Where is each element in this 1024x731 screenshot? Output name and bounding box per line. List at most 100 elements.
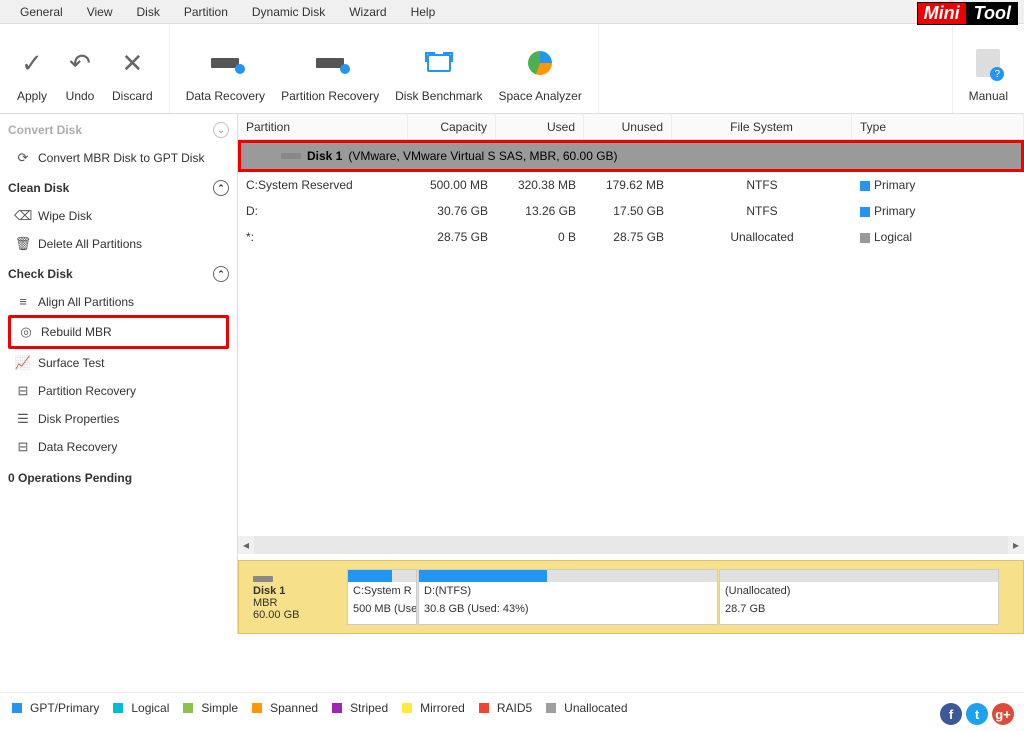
disk-map-partition[interactable]: D:(NTFS) 30.8 GB (Used: 43%) [418, 569, 718, 625]
col-capacity[interactable]: Capacity [408, 115, 496, 139]
discard-button[interactable]: ✕ Discard [104, 30, 161, 107]
type-color-icon [860, 207, 870, 217]
partition-fs: Unallocated [672, 230, 852, 244]
manual-icon [976, 43, 1000, 83]
partition-row[interactable]: C:System Reserved 500.00 MB 320.38 MB 17… [238, 172, 1024, 198]
manual-button[interactable]: Manual [961, 30, 1016, 107]
menu-help[interactable]: Help [399, 2, 448, 22]
menu-general[interactable]: General [8, 2, 75, 22]
apply-button[interactable]: ✓ Apply [8, 30, 56, 107]
legend-label: Unallocated [564, 701, 627, 715]
disk-map-partition[interactable]: (Unallocated) 28.7 GB [719, 569, 999, 625]
sidebar-item-rebuild-mbr[interactable]: ◎ Rebuild MBR [8, 315, 229, 349]
chevron-up-icon[interactable]: ⌃ [213, 180, 229, 196]
legend-item: Striped [332, 701, 388, 715]
disk-details: (VMware, VMware Virtual S SAS, MBR, 60.0… [348, 149, 617, 163]
logo-part2: Tool [967, 2, 1018, 25]
disk-map-info: Disk 1 MBR 60.00 GB [247, 569, 347, 625]
legend-label: Mirrored [420, 701, 465, 715]
col-filesystem[interactable]: File System [672, 115, 852, 139]
menu-disk[interactable]: Disk [125, 2, 172, 22]
col-used[interactable]: Used [496, 115, 584, 139]
space-analyzer-button[interactable]: Space Analyzer [490, 30, 589, 107]
col-type[interactable]: Type [852, 115, 1024, 139]
menu-view[interactable]: View [75, 2, 125, 22]
col-partition[interactable]: Partition [238, 115, 408, 139]
facebook-icon[interactable]: f [940, 703, 962, 725]
scroll-left-icon[interactable]: ◂ [238, 538, 254, 552]
undo-icon: ↶ [69, 43, 91, 83]
map-part-sub: 28.7 GB [720, 600, 998, 618]
undo-button[interactable]: ↶ Undo [56, 30, 104, 107]
legend-color-icon [546, 703, 556, 713]
benchmark-icon [427, 43, 451, 83]
disk-row[interactable]: Disk 1 (VMware, VMware Virtual S SAS, MB… [238, 140, 1024, 172]
partition-type: Primary [852, 178, 1024, 192]
partition-unused: 28.75 GB [584, 230, 672, 244]
legend-label: RAID5 [497, 701, 532, 715]
partition-fs: NTFS [672, 178, 852, 192]
logo: Mini Tool [917, 2, 1018, 25]
legend-item: Unallocated [546, 701, 627, 715]
sidebar-item-partition-recovery[interactable]: ⊟ Partition Recovery [8, 377, 229, 405]
legend-color-icon [183, 703, 193, 713]
disk-recovery-icon [211, 43, 239, 83]
legend-item: Spanned [252, 701, 318, 715]
legend-item: Simple [183, 701, 238, 715]
apply-label: Apply [17, 89, 47, 103]
sidebar-section-clean: Clean Disk ⌃ [8, 172, 229, 202]
partition-recovery-label: Partition Recovery [281, 89, 379, 103]
sidebar-item-delete-all[interactable]: 🗑 Delete All Partitions [8, 230, 229, 258]
legend: GPT/PrimaryLogicalSimpleSpannedStripedMi… [0, 692, 1024, 723]
disk-benchmark-button[interactable]: Disk Benchmark [387, 30, 490, 107]
sidebar-item-disk-properties[interactable]: ☰ Disk Properties [8, 405, 229, 433]
chart-icon: 📈 [14, 355, 32, 371]
menu-dynamic-disk[interactable]: Dynamic Disk [240, 2, 337, 22]
col-unused[interactable]: Unused [584, 115, 672, 139]
close-icon: ✕ [121, 43, 143, 83]
partition-row[interactable]: *: 28.75 GB 0 B 28.75 GB Unallocated Log… [238, 224, 1024, 250]
type-color-icon [860, 233, 870, 243]
menu-partition[interactable]: Partition [172, 2, 240, 22]
googleplus-icon[interactable]: g+ [992, 703, 1014, 725]
sidebar-item-align[interactable]: ≡ Align All Partitions [8, 288, 229, 315]
sidebar-section-check: Check Disk ⌃ [8, 258, 229, 288]
partition-unused: 179.62 MB [584, 178, 672, 192]
sidebar-section-convert: Convert Disk ⌄ [8, 114, 229, 144]
trash-icon: 🗑 [14, 236, 32, 252]
chevron-down-icon[interactable]: ⌄ [213, 122, 229, 138]
legend-color-icon [113, 703, 123, 713]
data-recovery-label: Data Recovery [38, 440, 117, 454]
menu-wizard[interactable]: Wizard [337, 2, 398, 22]
partition-used: 0 B [496, 230, 584, 244]
sidebar-item-wipe[interactable]: ⌫ Wipe Disk [8, 202, 229, 230]
partition-row[interactable]: D: 30.76 GB 13.26 GB 17.50 GB NTFS Prima… [238, 198, 1024, 224]
partition-name: D: [238, 204, 408, 218]
sidebar-item-convert-mbr[interactable]: ⟳ Convert MBR Disk to GPT Disk [8, 144, 229, 172]
clean-disk-label: Clean Disk [8, 181, 69, 195]
eraser-icon: ⌫ [14, 208, 32, 224]
disk-icon [281, 153, 301, 159]
disk-map-partition[interactable]: C:System R 500 MB (Used [347, 569, 417, 625]
check-icon: ✓ [21, 43, 43, 83]
disk-name: Disk 1 [307, 149, 342, 163]
partition-recovery-button[interactable]: Partition Recovery [273, 30, 387, 107]
partition-recovery-label: Partition Recovery [38, 384, 136, 398]
chevron-up-icon[interactable]: ⌃ [213, 266, 229, 282]
horizontal-scrollbar[interactable]: ◂ ▸ [238, 536, 1024, 554]
sidebar-item-surface-test[interactable]: 📈 Surface Test [8, 349, 229, 377]
workspace: Partition Capacity Used Unused File Syst… [238, 114, 1024, 634]
partition-fs: NTFS [672, 204, 852, 218]
legend-item: GPT/Primary [12, 701, 99, 715]
data-recovery-button[interactable]: Data Recovery [178, 30, 273, 107]
twitter-icon[interactable]: t [966, 703, 988, 725]
main: Convert Disk ⌄ ⟳ Convert MBR Disk to GPT… [0, 114, 1024, 634]
discard-label: Discard [112, 89, 153, 103]
surface-test-label: Surface Test [38, 356, 104, 370]
partition-used: 13.26 GB [496, 204, 584, 218]
target-icon: ◎ [17, 324, 35, 340]
scroll-right-icon[interactable]: ▸ [1008, 538, 1024, 552]
sidebar-item-data-recovery[interactable]: ⊟ Data Recovery [8, 433, 229, 461]
partition-type: Primary [852, 204, 1024, 218]
toolbar: ✓ Apply ↶ Undo ✕ Discard Data Recovery P… [0, 24, 1024, 114]
